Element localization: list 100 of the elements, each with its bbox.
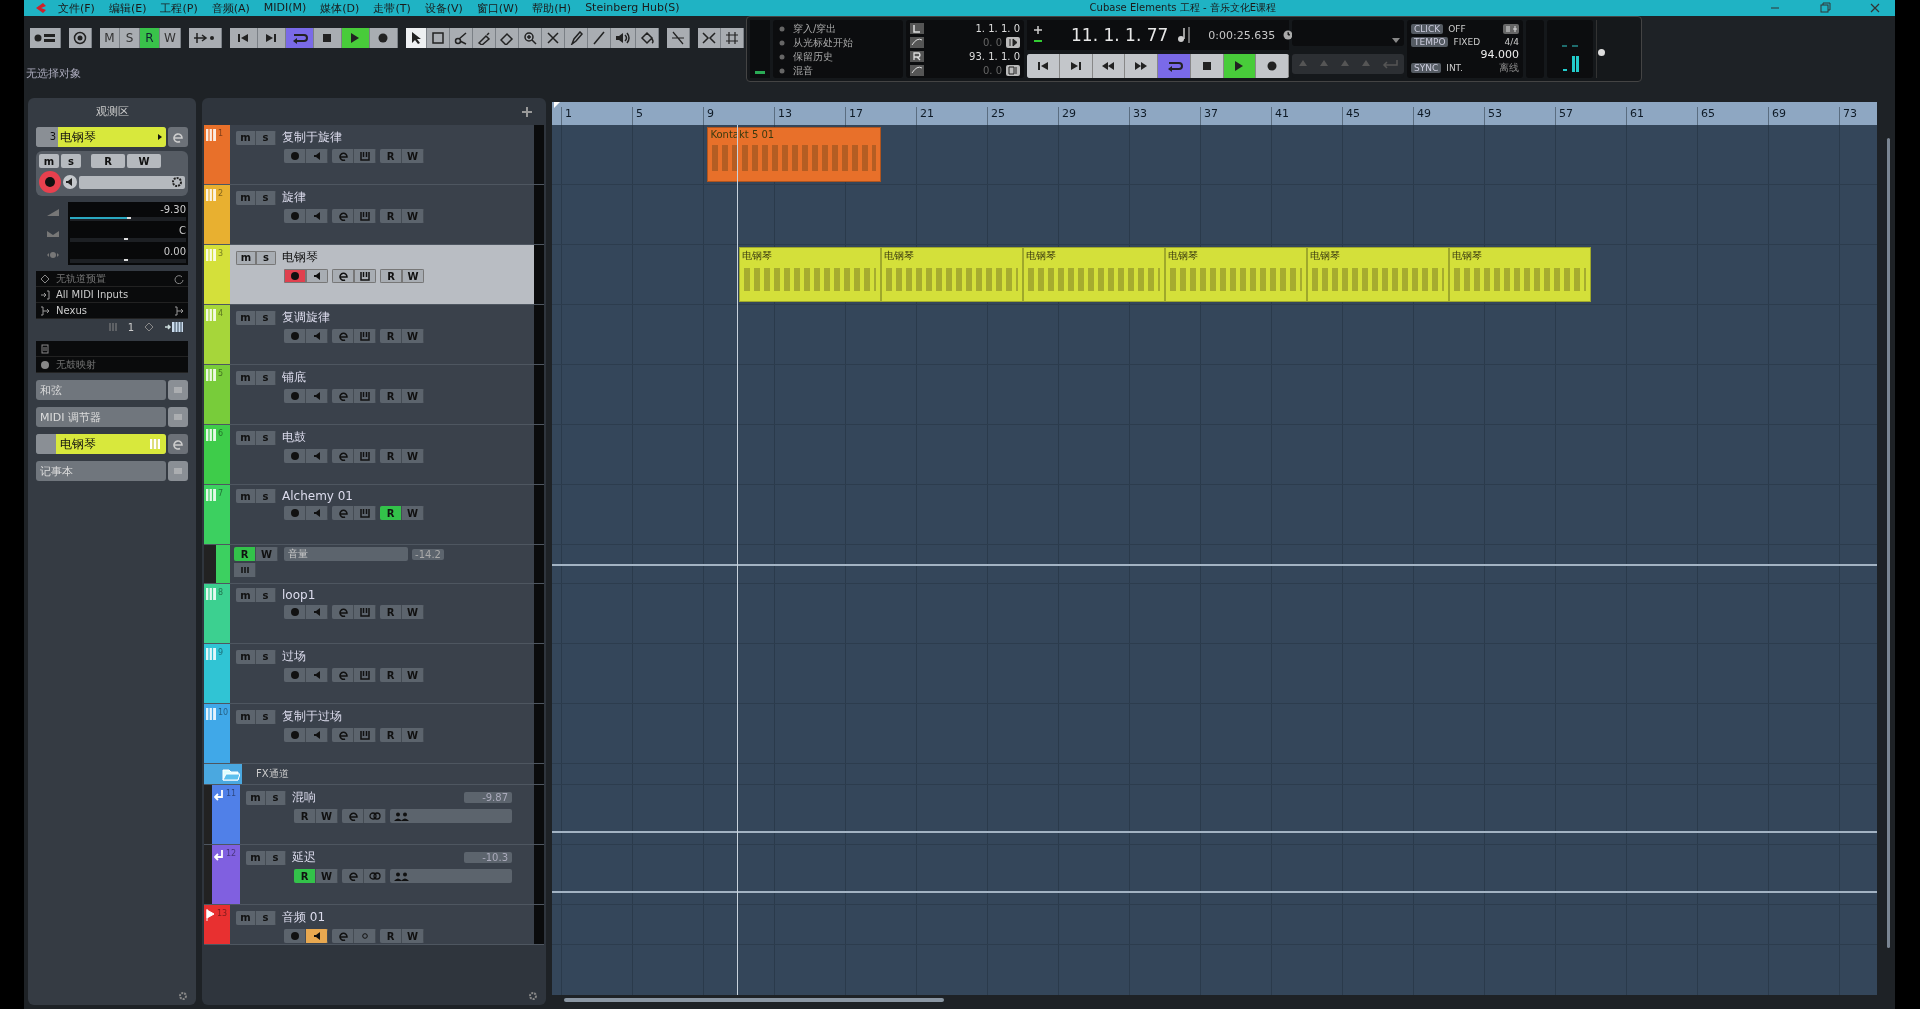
tool-button[interactable] — [518, 28, 542, 48]
menu-item[interactable]: 走带(T) — [373, 0, 411, 16]
routing-value[interactable]: Nexus — [56, 305, 168, 316]
mute-button[interactable]: m — [236, 310, 256, 325]
write-button[interactable]: W — [316, 809, 338, 823]
mute-button[interactable]: m — [236, 130, 256, 145]
menu-item[interactable]: 帮助(H) — [532, 0, 572, 16]
track-header[interactable]: m s 电鼓 R W — [230, 425, 534, 484]
volume-value[interactable]: -10.3 — [464, 852, 512, 863]
track-header[interactable]: m s 延迟 -10.3 R W — [240, 845, 534, 904]
restore-icon[interactable] — [1819, 2, 1831, 14]
track-selector[interactable]: 3 电钢琴 — [36, 127, 166, 147]
solo-button[interactable]: s — [266, 790, 286, 805]
read-button[interactable]: R — [380, 728, 402, 742]
read-button[interactable]: R — [380, 605, 402, 619]
tempo-button[interactable]: TEMPO — [1411, 36, 1449, 47]
play-button[interactable] — [1223, 54, 1257, 78]
read-button[interactable]: R — [380, 329, 402, 343]
record-enable-button[interactable] — [284, 449, 306, 463]
track-header[interactable]: m s 复制于旋律 R W — [230, 125, 534, 184]
write-button[interactable]: W — [316, 869, 338, 883]
tool-button[interactable] — [472, 28, 496, 48]
write-button[interactable]: W — [402, 605, 424, 619]
write-button[interactable]: W — [402, 668, 424, 682]
channel-button[interactable]: s — [61, 154, 81, 168]
channel-button[interactable]: R — [91, 154, 125, 168]
mute-button[interactable]: m — [236, 190, 256, 205]
close-icon[interactable] — [1869, 2, 1881, 14]
master-slider[interactable] — [1596, 20, 1607, 78]
show-lanes-button[interactable] — [234, 563, 256, 577]
solo-button[interactable]: s — [256, 649, 276, 664]
volume-slider[interactable] — [70, 217, 186, 221]
record-enable-button[interactable] — [284, 728, 306, 742]
read-button[interactable]: R — [380, 929, 402, 943]
monitor-button[interactable] — [63, 175, 77, 189]
write-button[interactable]: W — [402, 389, 424, 403]
solo-button[interactable]: s — [256, 250, 276, 265]
write-button[interactable]: W — [402, 449, 424, 463]
solo-button[interactable]: s — [256, 370, 276, 385]
mute-button[interactable]: m — [246, 850, 266, 865]
read-button[interactable]: R — [380, 506, 402, 520]
rewind-button[interactable] — [1092, 54, 1126, 78]
sync-button[interactable]: SYNC — [1411, 62, 1442, 73]
record-enable-button[interactable] — [284, 389, 306, 403]
channel-button[interactable]: W — [127, 154, 161, 168]
marker-dropdown[interactable] — [1292, 20, 1404, 46]
menu-item[interactable]: 工程(P) — [160, 0, 198, 16]
stop-button[interactable] — [313, 28, 342, 48]
record-enable-button[interactable] — [284, 668, 306, 682]
channel-field[interactable] — [79, 175, 185, 189]
parameter-field[interactable]: 音量 — [284, 547, 408, 561]
read-button[interactable]: R — [234, 547, 256, 561]
scrollbar-thumb[interactable] — [564, 998, 944, 1002]
instrument-button[interactable] — [354, 269, 376, 283]
folder-header[interactable] — [204, 764, 242, 784]
midi-part[interactable]: 电钢琴 — [1164, 247, 1307, 302]
start-button[interactable] — [229, 28, 258, 48]
parameter-value[interactable]: -14.2 — [412, 548, 444, 560]
time-display[interactable]: 0:00:25.635 — [1208, 28, 1276, 42]
menu-item[interactable]: 设备(V) — [424, 0, 463, 16]
autoscroll-button[interactable] — [188, 28, 222, 48]
tool-button[interactable] — [405, 28, 427, 48]
solo-button[interactable]: s — [256, 430, 276, 445]
record-enable-button[interactable] — [284, 149, 306, 163]
tool-button[interactable] — [495, 28, 519, 48]
mute-button[interactable]: m — [236, 489, 256, 503]
option-label[interactable]: 穿入/穿出 — [793, 22, 837, 36]
solo-button[interactable]: s — [256, 310, 276, 325]
track-header[interactable]: m s 混响 -9.87 R W — [240, 785, 534, 844]
section-button[interactable] — [168, 461, 188, 481]
midi-channel-value[interactable]: 1 — [127, 321, 134, 333]
solo-button[interactable]: s — [256, 588, 276, 602]
write-button[interactable]: W — [402, 506, 424, 520]
solo-button[interactable]: s — [256, 489, 276, 503]
read-button[interactable]: R — [380, 389, 402, 403]
forward-button[interactable] — [1125, 54, 1158, 78]
tool-button[interactable] — [635, 28, 659, 48]
section-button[interactable] — [168, 407, 188, 427]
read-button[interactable]: R — [380, 149, 402, 163]
menu-item[interactable]: 编辑(E) — [108, 0, 147, 16]
midi-part[interactable]: 电钢琴 — [1448, 247, 1591, 302]
slider-handle[interactable] — [1598, 48, 1605, 56]
write-button[interactable]: W — [402, 329, 424, 343]
mode-button[interactable]: R — [140, 28, 160, 48]
section-header[interactable]: MIDI 调节器 — [36, 407, 166, 427]
write-button[interactable]: W — [402, 149, 424, 163]
midi-part[interactable]: 电钢琴 — [1306, 247, 1449, 302]
tool-button[interactable] — [564, 28, 588, 48]
mute-button[interactable]: m — [236, 910, 256, 925]
write-button[interactable]: W — [402, 269, 424, 283]
option-label[interactable]: 混音 — [793, 64, 813, 78]
record-enable-button[interactable] — [284, 605, 306, 619]
routing-field[interactable] — [390, 869, 512, 883]
record-enable-button[interactable] — [39, 171, 61, 193]
record-enable-button[interactable] — [284, 506, 306, 520]
locator-value[interactable]: 0. 0 — [928, 64, 1002, 76]
record-enable-button[interactable] — [284, 329, 306, 343]
section-header[interactable]: 电钢琴 — [36, 434, 166, 454]
play-button[interactable] — [341, 28, 370, 48]
write-button[interactable]: W — [402, 728, 424, 742]
